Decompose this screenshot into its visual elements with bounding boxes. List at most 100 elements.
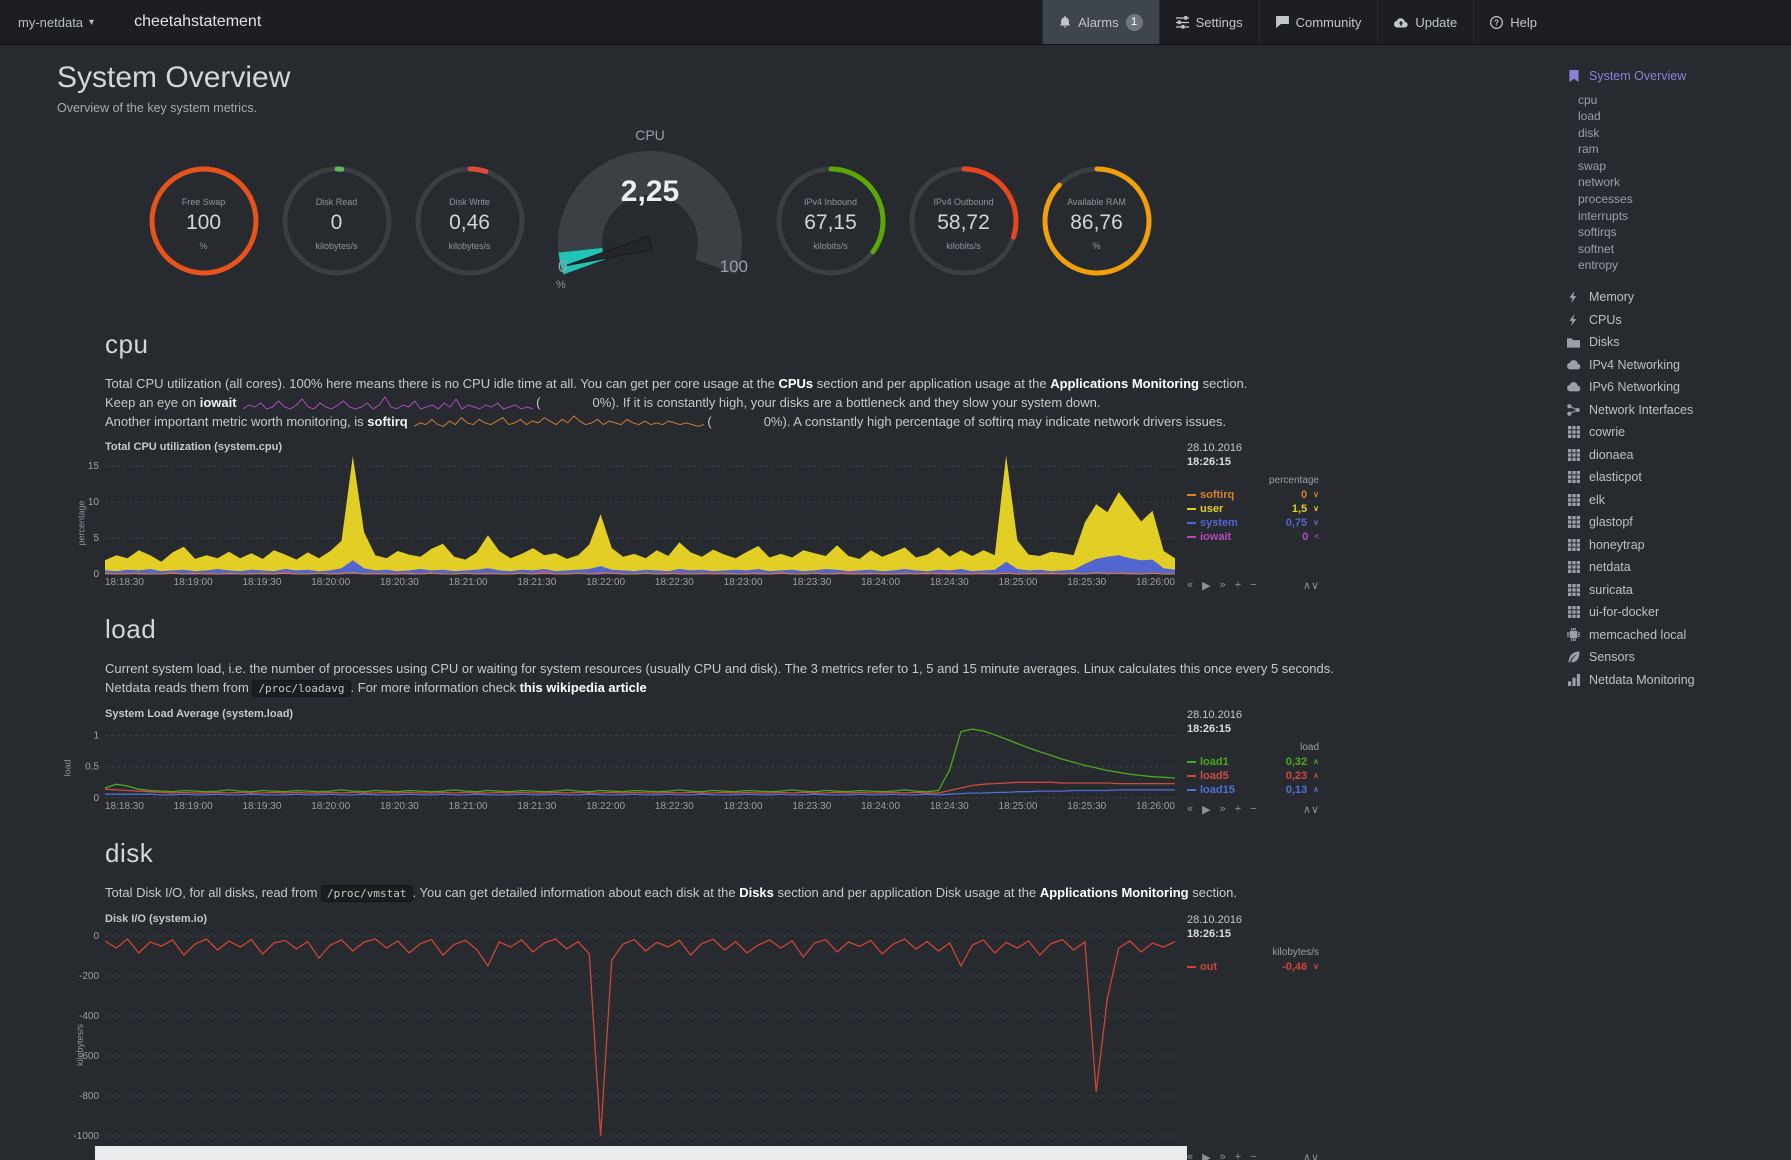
sidebar-subitem-swap[interactable]: swap (1578, 158, 1791, 175)
my-netdata-menu[interactable]: my-netdata ▾ (0, 0, 112, 44)
legend-load15[interactable]: load150,13∧ (1187, 783, 1319, 797)
section-cpu: cpu Total CPU utilization (all cores). 1… (105, 329, 1548, 588)
legend-iowait[interactable]: iowait0< (1187, 530, 1319, 544)
zoom-in-button[interactable]: + (1235, 803, 1241, 816)
legend-swatch (1187, 494, 1196, 496)
resize-handle[interactable]: ∧∨ (1303, 579, 1319, 592)
cpus-link[interactable]: CPUs (778, 376, 813, 391)
legend-load1[interactable]: load10,32∧ (1187, 755, 1319, 769)
legend-system[interactable]: system0,75∨ (1187, 516, 1319, 530)
disk-read-gauge[interactable]: Disk Read0kilobytes/s (270, 165, 403, 295)
gauges-left-group: Free Swap100%Disk Read0kilobytes/sDisk W… (137, 165, 536, 295)
nav-community-button[interactable]: Community (1259, 0, 1378, 44)
sidebar-subitem-entropy[interactable]: entropy (1578, 257, 1791, 274)
gauge-label: Available RAM (1030, 197, 1163, 207)
sidebar-item-suricata[interactable]: suricata (1566, 579, 1791, 602)
description-text: 0%). If it is constantly high, your disk… (593, 395, 1101, 410)
sidebar-subitem-cpu[interactable]: cpu (1578, 92, 1791, 109)
sidebar-subitem-processes[interactable]: processes (1578, 191, 1791, 208)
pan-backward-button[interactable]: « (1187, 803, 1193, 816)
sidebar-subitem-network[interactable]: network (1578, 174, 1791, 191)
pan-backward-button[interactable]: « (1187, 1151, 1193, 1160)
sidebar-subitem-softnet[interactable]: softnet (1578, 241, 1791, 258)
zoom-in-button[interactable]: + (1235, 579, 1241, 592)
nav-help-button[interactable]: ?Help (1473, 0, 1553, 44)
available-ram-gauge[interactable]: Available RAM86,76% (1030, 165, 1163, 295)
sidebar-item-elasticpot[interactable]: elasticpot (1566, 466, 1791, 489)
description-text: 0%). A constantly high percentage of sof… (764, 414, 1226, 429)
gauge-label: IPv4 Outbound (897, 197, 1030, 207)
sidebar-item-cpus[interactable]: CPUs (1566, 309, 1791, 332)
sidebar-item-disks[interactable]: Disks (1566, 331, 1791, 354)
disk-chart-canvas[interactable]: 0-200-400-600-800-1000 (105, 931, 1175, 1146)
cpu-gauge[interactable]: CPU 2,25 0 100 % (544, 123, 756, 303)
zoom-in-button[interactable]: + (1235, 1151, 1241, 1160)
pan-forward-button[interactable]: » (1220, 579, 1226, 592)
ipv4-outbound-gauge[interactable]: IPv4 Outbound58,72kilobits/s (897, 165, 1030, 295)
folder-icon (1566, 337, 1581, 348)
hostname-link[interactable]: cheetahstatement (112, 0, 283, 44)
sidebar-item-cowrie[interactable]: cowrie (1566, 421, 1791, 444)
disk-heading: disk (105, 838, 1548, 869)
cpu-chart-canvas[interactable]: 151050 (105, 459, 1175, 574)
zoom-out-button[interactable]: − (1250, 1151, 1256, 1160)
legend-user[interactable]: user1,5∨ (1187, 502, 1319, 516)
sidebar-item-network-interfaces[interactable]: Network Interfaces (1566, 399, 1791, 422)
x-tick-label: 18:26:00 (1136, 801, 1175, 812)
ipv4-inbound-gauge[interactable]: IPv4 Inbound67,15kilobits/s (764, 165, 897, 295)
sidebar-item-label: cowrie (1589, 421, 1625, 444)
sidebar-item-glastopf[interactable]: glastopf (1566, 511, 1791, 534)
free-swap-gauge[interactable]: Free Swap100% (137, 165, 270, 295)
sidebar-item-ui-for-docker[interactable]: ui-for-docker (1566, 601, 1791, 624)
applications-monitoring-link[interactable]: Applications Monitoring (1050, 376, 1199, 391)
legend-out[interactable]: out-0,46∨ (1187, 960, 1319, 974)
this-wikipedia-article-link[interactable]: this wikipedia article (520, 680, 647, 695)
pan-backward-button[interactable]: « (1187, 579, 1193, 592)
pan-forward-button[interactable]: » (1220, 1151, 1226, 1160)
legend-swatch (1187, 789, 1196, 791)
iowait-sparkline (243, 395, 533, 410)
disk-write-gauge[interactable]: Disk Write0,46kilobytes/s (403, 165, 536, 295)
x-tick-label: 18:23:30 (792, 577, 831, 588)
sidebar-item-honeytrap[interactable]: honeytrap (1566, 534, 1791, 557)
sidebar-subitem-ram[interactable]: ram (1578, 141, 1791, 158)
legend-load5[interactable]: load50,23∧ (1187, 769, 1319, 783)
pan-forward-button[interactable]: » (1220, 803, 1226, 816)
sidebar-item-memory[interactable]: Memory (1566, 286, 1791, 309)
sidebar-subitem-load[interactable]: load (1578, 108, 1791, 125)
nav-update-button[interactable]: Update (1377, 0, 1473, 44)
zoom-out-button[interactable]: − (1250, 803, 1256, 816)
x-tick-label: 18:22:30 (655, 577, 694, 588)
sidebar-item-memcached-local[interactable]: memcached local (1566, 624, 1791, 647)
sidebar-item-dionaea[interactable]: dionaea (1566, 444, 1791, 467)
sidebar-item-sensors[interactable]: Sensors (1566, 646, 1791, 669)
nav-alarms-button[interactable]: Alarms1 (1042, 0, 1158, 44)
description-text: . You can get detailed information about… (413, 885, 740, 900)
sidebar-subitem-disk[interactable]: disk (1578, 125, 1791, 142)
sidebar-item-ipv6-networking[interactable]: IPv6 Networking (1566, 376, 1791, 399)
sidebar-subitem-interrupts[interactable]: interrupts (1578, 208, 1791, 225)
sidebar-item-elk[interactable]: elk (1566, 489, 1791, 512)
sidebar-subitem-softirqs[interactable]: softirqs (1578, 224, 1791, 241)
play-button[interactable]: ▶ (1202, 579, 1210, 592)
disks-link[interactable]: Disks (739, 885, 774, 900)
legend-softirq[interactable]: softirq0∨ (1187, 488, 1319, 502)
applications-monitoring-link[interactable]: Applications Monitoring (1040, 885, 1189, 900)
x-tick-label: 18:19:00 (174, 801, 213, 812)
legend-name: user (1200, 502, 1223, 516)
sidebar-item-label: IPv4 Networking (1589, 354, 1680, 377)
sidebar-item-system-overview[interactable]: System Overview (1566, 65, 1791, 88)
nav-settings-button[interactable]: Settings (1159, 0, 1259, 44)
sidebar-item-label: Netdata Monitoring (1589, 669, 1695, 692)
sidebar-item-ipv4-networking[interactable]: IPv4 Networking (1566, 354, 1791, 377)
play-button[interactable]: ▶ (1202, 1151, 1210, 1160)
x-tick-label: 18:25:00 (999, 577, 1038, 588)
sidebar-item-netdata[interactable]: netdata (1566, 556, 1791, 579)
legend-name: softirq (1200, 488, 1234, 502)
load-chart-canvas[interactable]: 10.50 (105, 726, 1175, 798)
zoom-out-button[interactable]: − (1250, 579, 1256, 592)
sidebar-item-netdata-monitoring[interactable]: Netdata Monitoring (1566, 669, 1791, 692)
play-button[interactable]: ▶ (1202, 803, 1210, 816)
resize-handle[interactable]: ∧∨ (1303, 1151, 1319, 1160)
resize-handle[interactable]: ∧∨ (1303, 803, 1319, 816)
